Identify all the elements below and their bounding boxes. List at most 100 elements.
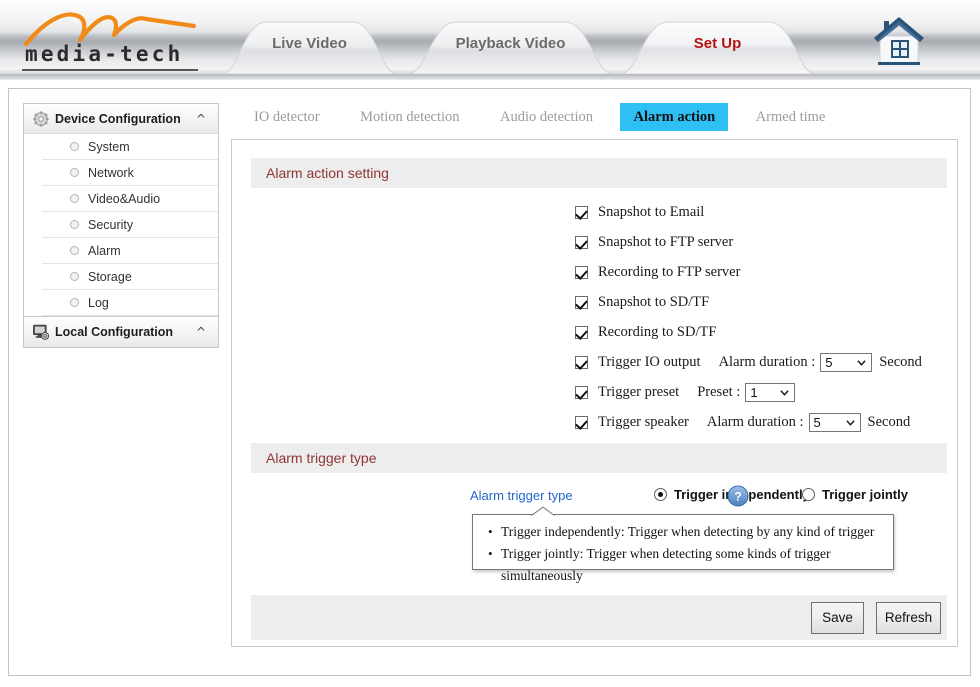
- checkbox-trigger-speaker[interactable]: [575, 415, 588, 429]
- sidebar-item-label: Storage: [88, 269, 132, 284]
- bullet-icon: [70, 194, 79, 203]
- checkbox-snapshot-to-ftp-server[interactable]: [575, 235, 588, 249]
- sidebar-group-local-configuration: Local Configuration ^: [23, 316, 219, 348]
- sidebar-item-security[interactable]: Security: [42, 212, 218, 238]
- logo-underline: [22, 69, 198, 71]
- checkbox-row-trigger-io-output: Trigger IO output Alarm duration : 5 Sec…: [575, 352, 922, 372]
- sidebar-item-label: Log: [88, 295, 109, 310]
- radio-row-trigger-jointly: Trigger jointly: [802, 487, 908, 502]
- tab-io-detector[interactable]: IO detector: [241, 103, 333, 131]
- bullet-icon: [70, 142, 79, 151]
- alarm-duration-select-io[interactable]: 5: [820, 352, 873, 372]
- radio-label: Trigger jointly: [822, 487, 908, 502]
- checkbox-recording-to-sd-tf[interactable]: [575, 325, 588, 339]
- sidebar-item-label: Video&Audio: [88, 191, 161, 206]
- checkbox-trigger-preset[interactable]: [575, 385, 588, 399]
- checkbox-label: Recording to SD/TF: [598, 323, 717, 340]
- checkbox-row-recording-to-ftp-server: Recording to FTP server: [575, 262, 740, 282]
- nav-tab-label: Playback Video: [455, 35, 566, 52]
- tooltip-line-2: Trigger jointly: Trigger when detecting …: [473, 543, 893, 587]
- nav-tab-set-up[interactable]: Set Up: [620, 20, 815, 74]
- refresh-button[interactable]: Refresh: [876, 602, 941, 634]
- sidebar-item-label: Alarm: [88, 243, 121, 258]
- checkbox-snapshot-to-sd-tf[interactable]: [575, 295, 588, 309]
- house-icon[interactable]: [868, 12, 930, 70]
- checkbox-row-snapshot-to-ftp-server: Snapshot to FTP server: [575, 232, 733, 252]
- checkbox-row-snapshot-to-sd-tf: Snapshot to SD/TF: [575, 292, 709, 312]
- alarm-duration-label-speaker: Alarm duration :: [706, 413, 804, 430]
- chevron-down-icon: [780, 389, 789, 396]
- sidebar-item-log[interactable]: Log: [42, 290, 218, 316]
- save-button[interactable]: Save: [811, 602, 864, 634]
- sidebar-item-network[interactable]: Network: [42, 160, 218, 186]
- checkbox-label: Snapshot to FTP server: [598, 233, 734, 250]
- panel-footer: Save Refresh: [251, 595, 947, 640]
- page-body: Device Configuration ^ System Network Vi…: [8, 88, 971, 676]
- question-mark-icon[interactable]: ?: [727, 485, 749, 507]
- checkbox-row-recording-to-sd-tf: Recording to SD/TF: [575, 322, 716, 342]
- sidebar-item-alarm[interactable]: Alarm: [42, 238, 218, 264]
- header-divider: [0, 74, 980, 80]
- checkbox-trigger-io-output[interactable]: [575, 355, 588, 369]
- sidebar-group-label: Device Configuration: [55, 111, 181, 126]
- sidebar-group-header-local-configuration[interactable]: Local Configuration ^: [24, 317, 218, 347]
- preset-select[interactable]: 1: [745, 382, 796, 402]
- bullet-icon: [70, 272, 79, 281]
- nav-tab-playback-video[interactable]: Playback Video: [408, 20, 613, 74]
- brand-logo[interactable]: media-tech: [22, 8, 202, 71]
- checkbox-label: Snapshot to Email: [598, 203, 705, 220]
- sidebar-item-label: System: [88, 139, 130, 154]
- alarm-duration-label-io: Alarm duration :: [718, 353, 816, 370]
- sub-tab-bar: IO detector Motion detection Audio detec…: [231, 103, 958, 136]
- nav-tab-label: Set Up: [693, 35, 742, 52]
- alarm-duration-select-speaker[interactable]: 5: [808, 412, 861, 432]
- checkbox-recording-to-ftp-server[interactable]: [575, 265, 588, 279]
- radio-trigger-independently[interactable]: [654, 488, 667, 501]
- nav-tab-live-video[interactable]: Live Video: [222, 20, 397, 74]
- tab-armed-time[interactable]: Armed time: [743, 103, 839, 131]
- svg-text:?: ?: [734, 490, 741, 504]
- chevron-up-icon[interactable]: ^: [196, 326, 206, 338]
- tooltip-alarm-trigger-type: Trigger independently: Trigger when dete…: [472, 514, 894, 583]
- checkbox-label: Recording to FTP server: [598, 263, 741, 280]
- checkbox-label: Trigger speaker: [598, 413, 689, 430]
- alarm-duration-unit-speaker: Second: [867, 413, 911, 430]
- section-header-alarm-action-setting: Alarm action setting: [251, 158, 947, 188]
- tab-audio-detection[interactable]: Audio detection: [487, 103, 606, 131]
- content-area: IO detector Motion detection Audio detec…: [231, 103, 958, 647]
- tab-motion-detection[interactable]: Motion detection: [347, 103, 472, 131]
- chevron-up-icon[interactable]: ^: [196, 113, 206, 125]
- page-root: media-tech Live Video Playback Video Set…: [0, 0, 980, 687]
- bullet-icon: [70, 298, 79, 307]
- radio-trigger-jointly[interactable]: [802, 488, 815, 501]
- tab-alarm-action[interactable]: Alarm action: [620, 103, 729, 131]
- alarm-trigger-type-label[interactable]: Alarm trigger type: [470, 488, 573, 503]
- sidebar-item-video-audio[interactable]: Video&Audio: [42, 186, 218, 212]
- checkbox-row-trigger-speaker: Trigger speaker Alarm duration : 5 Secon…: [575, 412, 910, 432]
- gear-icon: [33, 110, 49, 127]
- sidebar: Device Configuration ^ System Network Vi…: [23, 103, 219, 348]
- tooltip-line-1: Trigger independently: Trigger when dete…: [473, 521, 893, 543]
- checkbox-row-snapshot-to-email: Snapshot to Email: [575, 202, 704, 222]
- checkbox-label: Trigger IO output: [598, 353, 701, 370]
- settings-panel: Alarm action setting Snapshot to Email S…: [231, 139, 958, 647]
- sidebar-group-header-device-configuration[interactable]: Device Configuration ^: [24, 104, 218, 134]
- question-mark-icon-svg: ?: [727, 485, 749, 507]
- sidebar-group-device-configuration: Device Configuration ^ System Network Vi…: [23, 103, 219, 316]
- checkbox-snapshot-to-email[interactable]: [575, 205, 588, 219]
- chevron-down-icon: [845, 419, 855, 426]
- monitor-gear-icon: [33, 324, 49, 340]
- sidebar-item-storage[interactable]: Storage: [42, 264, 218, 290]
- checkbox-label: Snapshot to SD/TF: [598, 293, 710, 310]
- alarm-duration-unit-io: Second: [879, 353, 922, 370]
- brand-name: media-tech: [25, 42, 184, 66]
- nav-tab-label: Live Video: [272, 35, 347, 52]
- bullet-icon: [70, 220, 79, 229]
- checkbox-row-trigger-preset: Trigger preset Preset : 1: [575, 382, 796, 402]
- preset-label: Preset :: [697, 383, 741, 400]
- sidebar-item-system[interactable]: System: [42, 134, 218, 160]
- checkbox-label: Trigger preset: [598, 383, 680, 400]
- sidebar-group-label: Local Configuration: [55, 325, 174, 339]
- tooltip-arrow: [531, 507, 555, 516]
- chevron-down-icon: [857, 359, 866, 366]
